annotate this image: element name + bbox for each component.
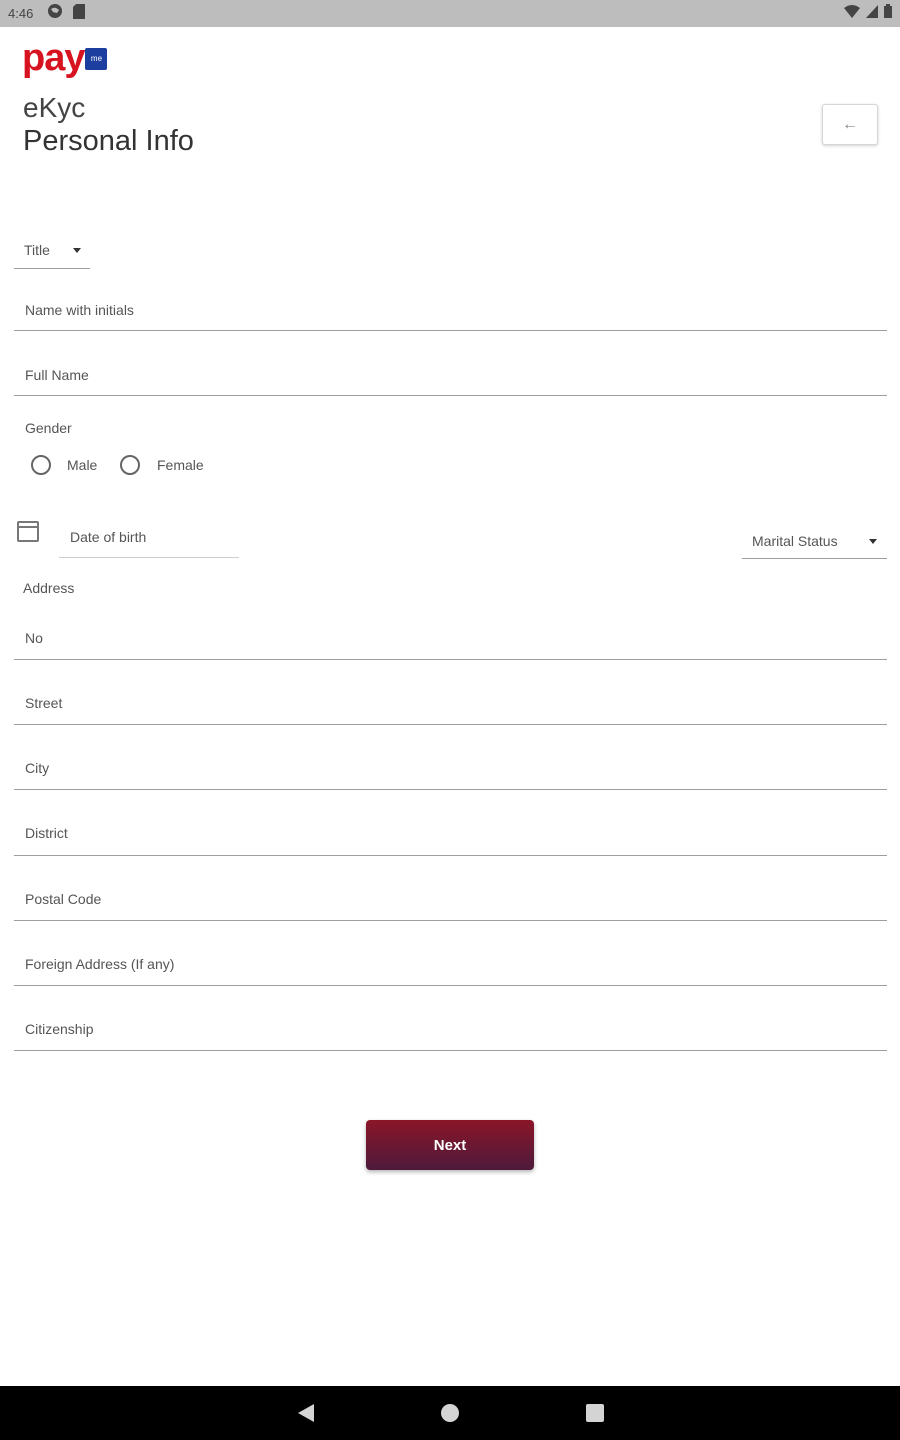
city-underline <box>14 789 887 790</box>
nav-back-icon[interactable] <box>298 1404 314 1422</box>
female-label: Female <box>157 457 204 473</box>
back-button[interactable]: ← <box>822 104 878 145</box>
calendar-icon[interactable] <box>17 521 39 542</box>
male-radio[interactable] <box>31 455 51 475</box>
marital-status-label: Marital Status <box>752 533 838 549</box>
street-label: Street <box>25 695 63 711</box>
date-of-birth-label: Date of birth <box>70 529 147 545</box>
postal-code-underline <box>14 920 887 921</box>
citizenship-label: Citizenship <box>25 1021 94 1037</box>
name-with-initials-underline <box>14 330 887 331</box>
foreign-address-underline <box>14 985 887 986</box>
postal-code-label: Postal Code <box>25 891 102 907</box>
address-no-underline <box>14 659 887 660</box>
full-name-underline <box>14 395 887 396</box>
district-underline <box>14 855 887 856</box>
marital-status-underline <box>742 558 887 559</box>
page-title: Personal Info <box>23 125 194 157</box>
date-of-birth-underline <box>59 557 239 558</box>
next-button[interactable]: Next <box>366 1120 534 1170</box>
city-label: City <box>25 760 50 776</box>
sd-card-icon <box>73 3 86 24</box>
street-underline <box>14 724 887 725</box>
title-select-label: Title <box>24 242 50 258</box>
chevron-down-icon <box>869 539 877 544</box>
wifi-icon <box>844 4 860 23</box>
status-right-icons <box>844 4 892 23</box>
name-with-initials-label: Name with initials <box>25 302 134 318</box>
page-subtitle: eKyc <box>23 92 86 123</box>
citizenship-underline <box>14 1050 887 1051</box>
nav-recents-icon[interactable] <box>586 1404 604 1422</box>
female-radio[interactable] <box>120 455 140 475</box>
status-bar: 4:46 <box>0 0 900 27</box>
address-no-label: No <box>25 630 43 646</box>
gender-label: Gender <box>25 420 72 436</box>
logo-text: pay <box>22 37 85 79</box>
logo-badge: me <box>85 48 108 70</box>
title-select-underline <box>14 268 90 269</box>
status-time: 4:46 <box>8 6 34 21</box>
male-label: Male <box>67 457 98 473</box>
payme-logo: pay me <box>22 37 108 79</box>
battery-icon <box>884 4 892 23</box>
chevron-down-icon <box>73 248 81 253</box>
globe-icon <box>47 3 63 24</box>
signal-icon <box>866 4 878 23</box>
nav-home-icon[interactable] <box>441 1404 459 1422</box>
address-heading: Address <box>23 580 75 596</box>
foreign-address-label: Foreign Address (If any) <box>25 956 175 972</box>
arrow-left-icon: ← <box>842 115 858 133</box>
full-name-label: Full Name <box>25 367 89 383</box>
district-label: District <box>25 825 68 841</box>
